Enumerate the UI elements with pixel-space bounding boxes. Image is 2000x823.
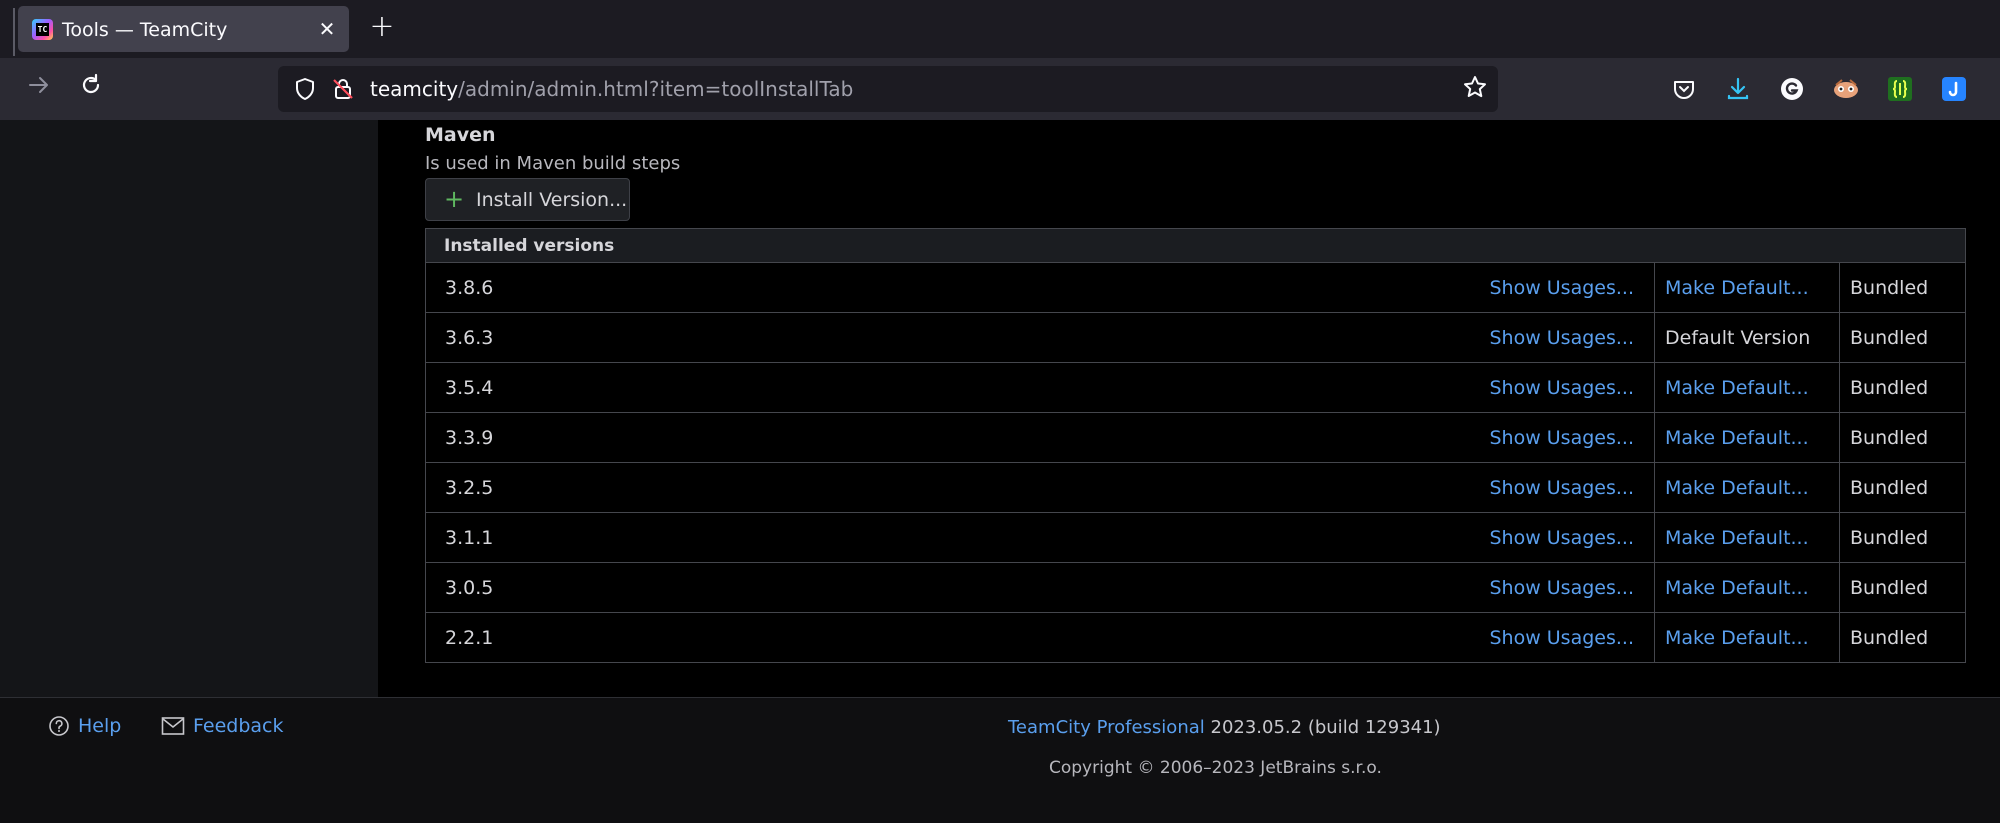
version-text: 2023.05.2 (build 129341) xyxy=(1210,717,1441,738)
make-default-link[interactable]: Make Default... xyxy=(1665,477,1809,499)
mail-icon xyxy=(161,717,185,735)
usages-cell: Show Usages... xyxy=(1484,612,1655,663)
source-cell: Bundled xyxy=(1839,312,1966,363)
table-row: 3.0.5 Show Usages... Make Default... Bundle… xyxy=(425,562,1966,613)
downloads-icon[interactable] xyxy=(1722,72,1754,106)
default-cell: Make Default... xyxy=(1654,612,1840,663)
insecure-lock-icon[interactable] xyxy=(330,76,356,102)
usages-cell: Show Usages... xyxy=(1484,262,1655,313)
version-cell: 3.3.9 xyxy=(425,412,1485,463)
bookmark-star-icon[interactable] xyxy=(1460,74,1490,104)
source-cell: Bundled xyxy=(1839,512,1966,563)
product-version: TeamCity Professional 2023.05.2 (build 1… xyxy=(1008,717,1441,738)
show-usages-link[interactable]: Show Usages... xyxy=(1489,527,1634,549)
make-default-link[interactable]: Make Default... xyxy=(1665,377,1809,399)
tab-divider xyxy=(13,8,15,56)
jira-extension-icon[interactable] xyxy=(1938,72,1970,106)
version-cell: 3.6.3 xyxy=(425,312,1485,363)
source-cell: Bundled xyxy=(1839,612,1966,663)
make-default-link[interactable]: Make Default... xyxy=(1665,427,1809,449)
default-cell: Make Default... xyxy=(1654,362,1840,413)
usages-cell: Show Usages... xyxy=(1484,512,1655,563)
usages-cell: Show Usages... xyxy=(1484,362,1655,413)
show-usages-link[interactable]: Show Usages... xyxy=(1489,327,1634,349)
show-usages-link[interactable]: Show Usages... xyxy=(1489,277,1634,299)
forward-icon[interactable] xyxy=(22,72,56,106)
tab-title: Tools — TeamCity xyxy=(62,19,228,41)
navigation-bar: teamcity/admin/admin.html?item=toolInsta… xyxy=(0,58,2000,120)
default-cell: Make Default... xyxy=(1654,562,1840,613)
tampermonkey-extension-icon[interactable] xyxy=(1830,72,1862,106)
default-cell: Make Default... xyxy=(1654,262,1840,313)
tab-strip: TC Tools — TeamCity ✕ + xyxy=(0,0,2000,58)
close-tab-icon[interactable]: ✕ xyxy=(314,16,340,42)
usages-cell: Show Usages... xyxy=(1484,312,1655,363)
install-version-label: Install Version... xyxy=(476,189,628,211)
show-usages-link[interactable]: Show Usages... xyxy=(1489,577,1634,599)
browser-tab-active[interactable]: TC Tools — TeamCity ✕ xyxy=(18,6,349,52)
make-default-link[interactable]: Make Default... xyxy=(1665,527,1809,549)
tool-description: Is used in Maven build steps xyxy=(425,153,681,174)
copyright: Copyright © 2006–2023 JetBrains s.r.o. xyxy=(1049,758,1382,778)
show-usages-link[interactable]: Show Usages... xyxy=(1489,427,1634,449)
table-row: 3.2.5 Show Usages... Make Default... Bundle… xyxy=(425,462,1966,513)
usages-cell: Show Usages... xyxy=(1484,562,1655,613)
help-icon xyxy=(49,716,69,736)
product-link[interactable]: TeamCity Professional xyxy=(1008,717,1205,738)
install-version-button[interactable]: + Install Version... xyxy=(425,178,630,221)
table-header: Installed versions xyxy=(425,228,1966,263)
make-default-link[interactable]: Make Default... xyxy=(1665,627,1809,649)
source-cell: Bundled xyxy=(1839,412,1966,463)
json-viewer-extension-icon[interactable] xyxy=(1884,72,1916,106)
default-version-label: Default Version xyxy=(1665,326,1811,349)
show-usages-link[interactable]: Show Usages... xyxy=(1489,377,1634,399)
default-cell: Default Version xyxy=(1654,312,1840,363)
source-cell: Bundled xyxy=(1839,362,1966,413)
feedback-link[interactable]: Feedback xyxy=(161,715,283,737)
table-row: 2.2.1 Show Usages... Make Default... Bundle… xyxy=(425,612,1966,663)
version-cell: 2.2.1 xyxy=(425,612,1485,663)
help-link[interactable]: Help xyxy=(48,715,121,737)
source-cell: Bundled xyxy=(1839,462,1966,513)
source-cell: Bundled xyxy=(1839,262,1966,313)
url-host: teamcity xyxy=(370,77,459,101)
version-cell: 3.8.6 xyxy=(425,262,1485,313)
table-row: 3.5.4 Show Usages... Make Default... Bundle… xyxy=(425,362,1966,413)
footer: Help Feedback TeamCity Professional 2023… xyxy=(0,697,2000,823)
default-cell: Make Default... xyxy=(1654,512,1840,563)
grammarly-extension-icon[interactable] xyxy=(1776,72,1808,106)
url-text[interactable]: teamcity/admin/admin.html?item=toolInsta… xyxy=(370,77,853,101)
table-row: 3.6.3 Show Usages... Default Version Bundle… xyxy=(425,312,1966,363)
make-default-link[interactable]: Make Default... xyxy=(1665,577,1809,599)
show-usages-link[interactable]: Show Usages... xyxy=(1489,477,1634,499)
tool-name: Maven xyxy=(425,124,496,146)
installed-versions-table: Installed versions 3.8.6 Show Usages... Ma… xyxy=(425,228,1966,663)
left-sidebar xyxy=(0,120,378,697)
new-tab-icon[interactable]: + xyxy=(366,12,398,44)
version-cell: 3.5.4 xyxy=(425,362,1485,413)
plus-icon: + xyxy=(444,185,465,213)
show-usages-link[interactable]: Show Usages... xyxy=(1489,627,1634,649)
version-cell: 3.1.1 xyxy=(425,512,1485,563)
feedback-label: Feedback xyxy=(193,715,284,737)
help-label: Help xyxy=(78,715,122,737)
default-cell: Make Default... xyxy=(1654,462,1840,513)
tracking-shield-icon[interactable] xyxy=(292,76,318,102)
usages-cell: Show Usages... xyxy=(1484,462,1655,513)
address-bar[interactable]: teamcity/admin/admin.html?item=toolInsta… xyxy=(278,66,1498,112)
version-cell: 3.2.5 xyxy=(425,462,1485,513)
pocket-icon[interactable] xyxy=(1668,72,1700,106)
usages-cell: Show Usages... xyxy=(1484,412,1655,463)
default-cell: Make Default... xyxy=(1654,412,1840,463)
table-row: 3.8.6 Show Usages... Make Default... Bundle… xyxy=(425,262,1966,313)
reload-icon[interactable] xyxy=(74,72,108,106)
version-cell: 3.0.5 xyxy=(425,562,1485,613)
url-path: /admin/admin.html?item=toolInstallTab xyxy=(458,77,854,101)
teamcity-logo-icon: TC xyxy=(32,19,53,40)
table-row: 3.1.1 Show Usages... Make Default... Bundle… xyxy=(425,512,1966,563)
page-content: Maven Is used in Maven build steps + Ins… xyxy=(0,120,2000,823)
make-default-link[interactable]: Make Default... xyxy=(1665,277,1809,299)
source-cell: Bundled xyxy=(1839,562,1966,613)
table-row: 3.3.9 Show Usages... Make Default... Bundle… xyxy=(425,412,1966,463)
